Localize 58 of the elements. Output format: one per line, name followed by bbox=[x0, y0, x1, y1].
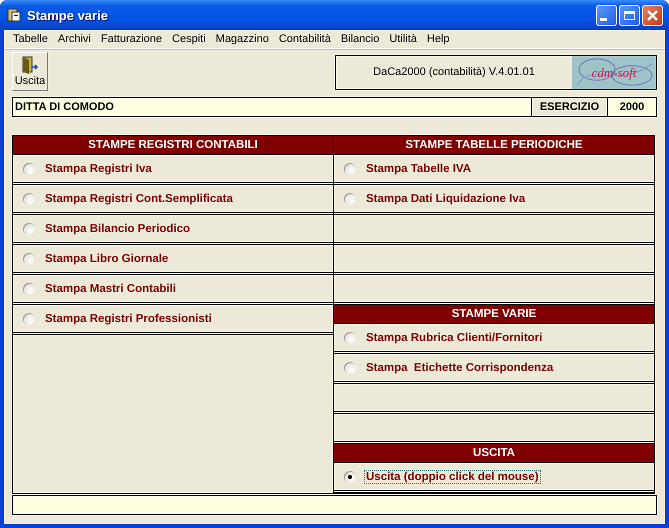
app-icon bbox=[6, 7, 22, 23]
option-row[interactable]: Stampa Mastri Contabili bbox=[13, 275, 333, 305]
radio-button[interactable] bbox=[23, 162, 35, 174]
option-row[interactable]: Stampa Registri Iva bbox=[13, 155, 333, 185]
radio-button[interactable] bbox=[344, 332, 356, 344]
option-label: Stampa Registri Professionisti bbox=[44, 312, 213, 326]
radio-button[interactable] bbox=[344, 470, 356, 482]
menu-item[interactable]: Tabelle bbox=[8, 33, 53, 45]
option-label: Stampa Etichette Corrispondenza bbox=[365, 360, 554, 374]
exit-button[interactable]: Uscita bbox=[12, 52, 48, 91]
option-row[interactable]: Stampa Libro Giornale bbox=[13, 245, 333, 275]
option-label: Stampa Rubrica Clienti/Fornitori bbox=[365, 330, 544, 344]
option-row[interactable]: Stampa Registri Professionisti bbox=[13, 305, 333, 335]
option-label: Uscita (doppio click del mouse) bbox=[364, 470, 541, 484]
option-label: Stampa Bilancio Periodico bbox=[44, 222, 192, 236]
section-header: STAMPE REGISTRI CONTABILI bbox=[13, 136, 333, 155]
year-value: 2000 bbox=[607, 98, 656, 116]
radio-button[interactable] bbox=[344, 162, 356, 174]
radio-button[interactable] bbox=[23, 192, 35, 204]
version-text: DaCa2000 (contabilità) V.4.01.01 bbox=[372, 65, 536, 80]
company-name: DITTA DI COMODO bbox=[14, 100, 115, 115]
section-header: USCITA bbox=[334, 444, 654, 463]
option-label: Stampa Registri Iva bbox=[44, 162, 153, 176]
option-row[interactable]: Stampa Registri Cont.Semplificata bbox=[13, 185, 333, 215]
radio-button[interactable] bbox=[344, 362, 356, 374]
option-label: Stampa Mastri Contabili bbox=[44, 282, 177, 296]
menu-item[interactable]: Magazzino bbox=[210, 33, 274, 45]
menu-item[interactable]: Contabilità bbox=[274, 33, 336, 45]
option-row[interactable]: Stampa Bilancio Periodico bbox=[13, 215, 333, 245]
radio-button[interactable] bbox=[344, 192, 356, 204]
close-button[interactable] bbox=[642, 4, 663, 26]
option-label: Stampa Registri Cont.Semplificata bbox=[44, 192, 234, 206]
radio-button[interactable] bbox=[23, 282, 35, 294]
option-row[interactable]: Stampa Etichette Corrispondenza bbox=[334, 354, 654, 384]
menu-item[interactable]: Fatturazione bbox=[96, 33, 168, 45]
menu-item[interactable]: Help bbox=[422, 33, 455, 45]
option-row[interactable]: Stampa Dati Liquidazione Iva bbox=[334, 185, 654, 215]
logo: cdm-soft bbox=[572, 56, 656, 89]
section-header: STAMPE TABELLE PERIODICHE bbox=[334, 136, 654, 155]
minimize-button[interactable] bbox=[596, 4, 617, 26]
option-label: Stampa Tabelle IVA bbox=[365, 162, 472, 176]
close-icon bbox=[646, 8, 659, 22]
menu-item[interactable]: Cespiti bbox=[167, 33, 211, 45]
option-label: Stampa Dati Liquidazione Iva bbox=[365, 192, 526, 206]
radio-button[interactable] bbox=[23, 312, 35, 324]
section-header: STAMPE VARIE bbox=[334, 305, 654, 324]
door-icon bbox=[20, 55, 40, 75]
option-label: Stampa Libro Giornale bbox=[44, 252, 170, 266]
menu-item[interactable]: Bilancio bbox=[336, 33, 384, 45]
maximize-button[interactable] bbox=[619, 4, 640, 26]
year-label: ESERCIZIO bbox=[531, 98, 607, 116]
radio-button[interactable] bbox=[23, 222, 35, 234]
option-row[interactable]: Stampa Tabelle IVA bbox=[334, 155, 654, 185]
menu-item[interactable]: Utilità bbox=[384, 33, 422, 45]
option-row[interactable]: Stampa Rubrica Clienti/Fornitori bbox=[334, 324, 654, 354]
window-title: Stampe varie bbox=[27, 8, 109, 22]
menu-item[interactable]: Archivi bbox=[52, 33, 96, 45]
radio-button[interactable] bbox=[23, 252, 35, 264]
